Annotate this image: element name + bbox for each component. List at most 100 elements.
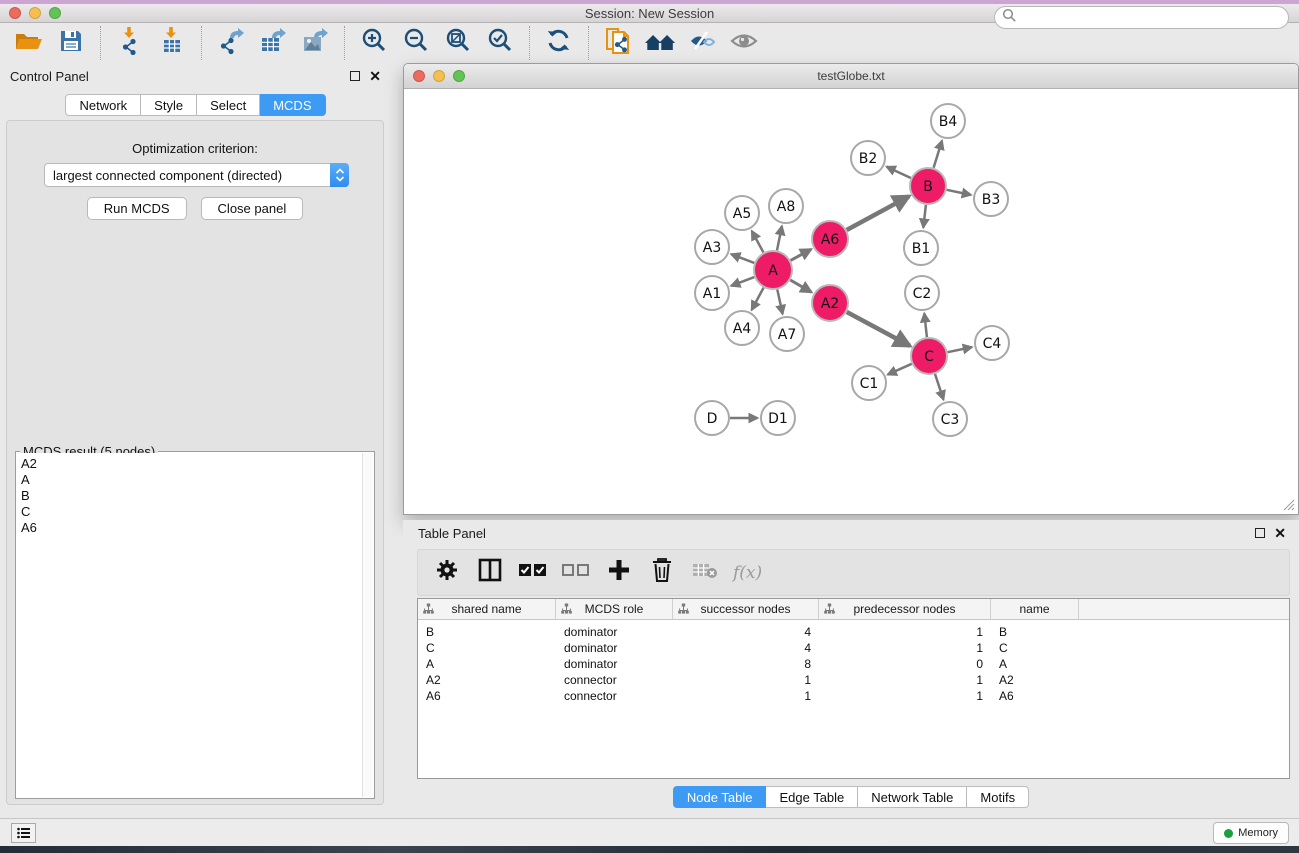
result-scrollbar[interactable] [362, 453, 373, 797]
tab-style[interactable]: Style [141, 94, 197, 116]
cell-successor-nodes[interactable]: 8 [673, 656, 819, 672]
network-file-button[interactable] [601, 27, 635, 59]
zoom-selected-button[interactable] [483, 27, 517, 59]
mcds-result-item[interactable]: A6 [21, 520, 358, 536]
edge-C-C4[interactable] [948, 347, 972, 352]
cell-name[interactable]: A2 [991, 672, 1079, 688]
add-column-button[interactable] [604, 558, 634, 588]
cell-shared-name[interactable]: B [418, 624, 556, 640]
clear-table-button[interactable] [690, 558, 720, 588]
cell-MCDS-role[interactable]: dominator [556, 624, 673, 640]
import-table-button[interactable] [155, 27, 189, 59]
node-C4[interactable]: C4 [975, 326, 1009, 360]
export-network-button[interactable] [214, 27, 248, 59]
cell-shared-name[interactable]: A6 [418, 688, 556, 704]
table-row[interactable]: Adominator80A [418, 656, 1289, 672]
mcds-result-list[interactable]: A2ABCA6 [17, 453, 362, 797]
split-panel-button[interactable] [475, 558, 505, 588]
open-folder-button[interactable] [12, 27, 46, 59]
search-input[interactable] [1017, 11, 1288, 25]
cell-MCDS-role[interactable]: connector [556, 672, 673, 688]
edge-A-A1[interactable] [731, 277, 754, 286]
table-row[interactable]: A2connector11A2 [418, 672, 1289, 688]
node-A8[interactable]: A8 [769, 189, 803, 223]
edge-A-A4[interactable] [752, 288, 764, 310]
table-row[interactable]: Bdominator41B [418, 624, 1289, 640]
edge-C-C2[interactable] [924, 313, 927, 337]
cell-successor-nodes[interactable]: 4 [673, 640, 819, 656]
node-C3[interactable]: C3 [933, 402, 967, 436]
node-B2[interactable]: B2 [851, 141, 885, 175]
node-B4[interactable]: B4 [931, 104, 965, 138]
cell-name[interactable]: A6 [991, 688, 1079, 704]
cell-shared-name[interactable]: A [418, 656, 556, 672]
cell-predecessor-nodes[interactable]: 1 [819, 672, 991, 688]
node-A5[interactable]: A5 [725, 196, 759, 230]
cell-name[interactable]: B [991, 624, 1079, 640]
node-D[interactable]: D [695, 401, 729, 435]
mcds-result-item[interactable]: C [21, 504, 358, 520]
edge-B-B4[interactable] [934, 141, 942, 168]
network-graph[interactable]: B4B2BB3A5A8A6B1A3AA1C2A4A7A2C4CC1C3DD1 [405, 90, 1297, 513]
export-image-button[interactable] [298, 27, 332, 59]
cell-successor-nodes[interactable]: 1 [673, 672, 819, 688]
edge-C-C1[interactable] [888, 364, 912, 375]
mcds-result-item[interactable]: B [21, 488, 358, 504]
table-row[interactable]: Cdominator41C [418, 640, 1289, 656]
edge-A2-C[interactable] [847, 312, 910, 346]
node-A7[interactable]: A7 [770, 317, 804, 351]
gear-button[interactable] [432, 558, 462, 588]
hide-details-button[interactable] [685, 27, 719, 59]
edge-A-A5[interactable] [752, 231, 764, 252]
node-C[interactable]: C [911, 338, 947, 374]
cell-name[interactable]: C [991, 640, 1079, 656]
node-A2[interactable]: A2 [812, 285, 848, 321]
edge-A-A2[interactable] [790, 280, 811, 292]
delete-column-button[interactable] [647, 558, 677, 588]
node-D1[interactable]: D1 [761, 401, 795, 435]
edge-A-A8[interactable] [777, 226, 782, 250]
select-all-button[interactable] [518, 558, 548, 588]
tab-network[interactable]: Network [65, 94, 141, 116]
tab-select[interactable]: Select [197, 94, 260, 116]
memory-button[interactable]: Memory [1213, 822, 1289, 844]
edge-A6-B[interactable] [847, 196, 909, 230]
resize-grip[interactable] [1283, 499, 1295, 511]
zoom-fit-button[interactable] [441, 27, 475, 59]
cell-name[interactable]: A [991, 656, 1079, 672]
cell-MCDS-role[interactable]: connector [556, 688, 673, 704]
tab-mcds[interactable]: MCDS [260, 94, 325, 116]
edge-B-B2[interactable] [887, 167, 911, 178]
mcds-result-item[interactable]: A [21, 472, 358, 488]
cell-MCDS-role[interactable]: dominator [556, 656, 673, 672]
import-network-button[interactable] [113, 27, 147, 59]
node-B1[interactable]: B1 [904, 231, 938, 265]
cell-predecessor-nodes[interactable]: 1 [819, 624, 991, 640]
tab-motifs[interactable]: Motifs [967, 786, 1029, 808]
cell-predecessor-nodes[interactable]: 1 [819, 688, 991, 704]
table-row[interactable]: A6connector11A6 [418, 688, 1289, 704]
close-table-panel-icon[interactable]: ✕ [1274, 528, 1286, 538]
node-B3[interactable]: B3 [974, 182, 1008, 216]
cell-successor-nodes[interactable]: 4 [673, 624, 819, 640]
node-A1[interactable]: A1 [695, 276, 729, 310]
edge-A-A3[interactable] [731, 254, 754, 263]
node-C2[interactable]: C2 [905, 276, 939, 310]
network-canvas[interactable]: B4B2BB3A5A8A6B1A3AA1C2A4A7A2C4CC1C3DD1 [405, 90, 1297, 513]
edge-C-C3[interactable] [935, 374, 944, 400]
column-header-MCDS-role[interactable]: MCDS role [556, 599, 673, 619]
network-window-titlebar[interactable]: testGlobe.txt [404, 64, 1298, 89]
node-A3[interactable]: A3 [695, 230, 729, 264]
node-C1[interactable]: C1 [852, 366, 886, 400]
run-mcds-button[interactable]: Run MCDS [87, 197, 187, 220]
cell-shared-name[interactable]: C [418, 640, 556, 656]
node-A6[interactable]: A6 [812, 221, 848, 257]
column-header-name[interactable]: name [991, 599, 1079, 619]
cell-MCDS-role[interactable]: dominator [556, 640, 673, 656]
cell-predecessor-nodes[interactable]: 1 [819, 640, 991, 656]
close-panel-button[interactable]: Close panel [201, 197, 304, 220]
export-table-button[interactable] [256, 27, 290, 59]
task-history-button[interactable] [11, 823, 36, 843]
cell-shared-name[interactable]: A2 [418, 672, 556, 688]
save-button[interactable] [54, 27, 88, 59]
